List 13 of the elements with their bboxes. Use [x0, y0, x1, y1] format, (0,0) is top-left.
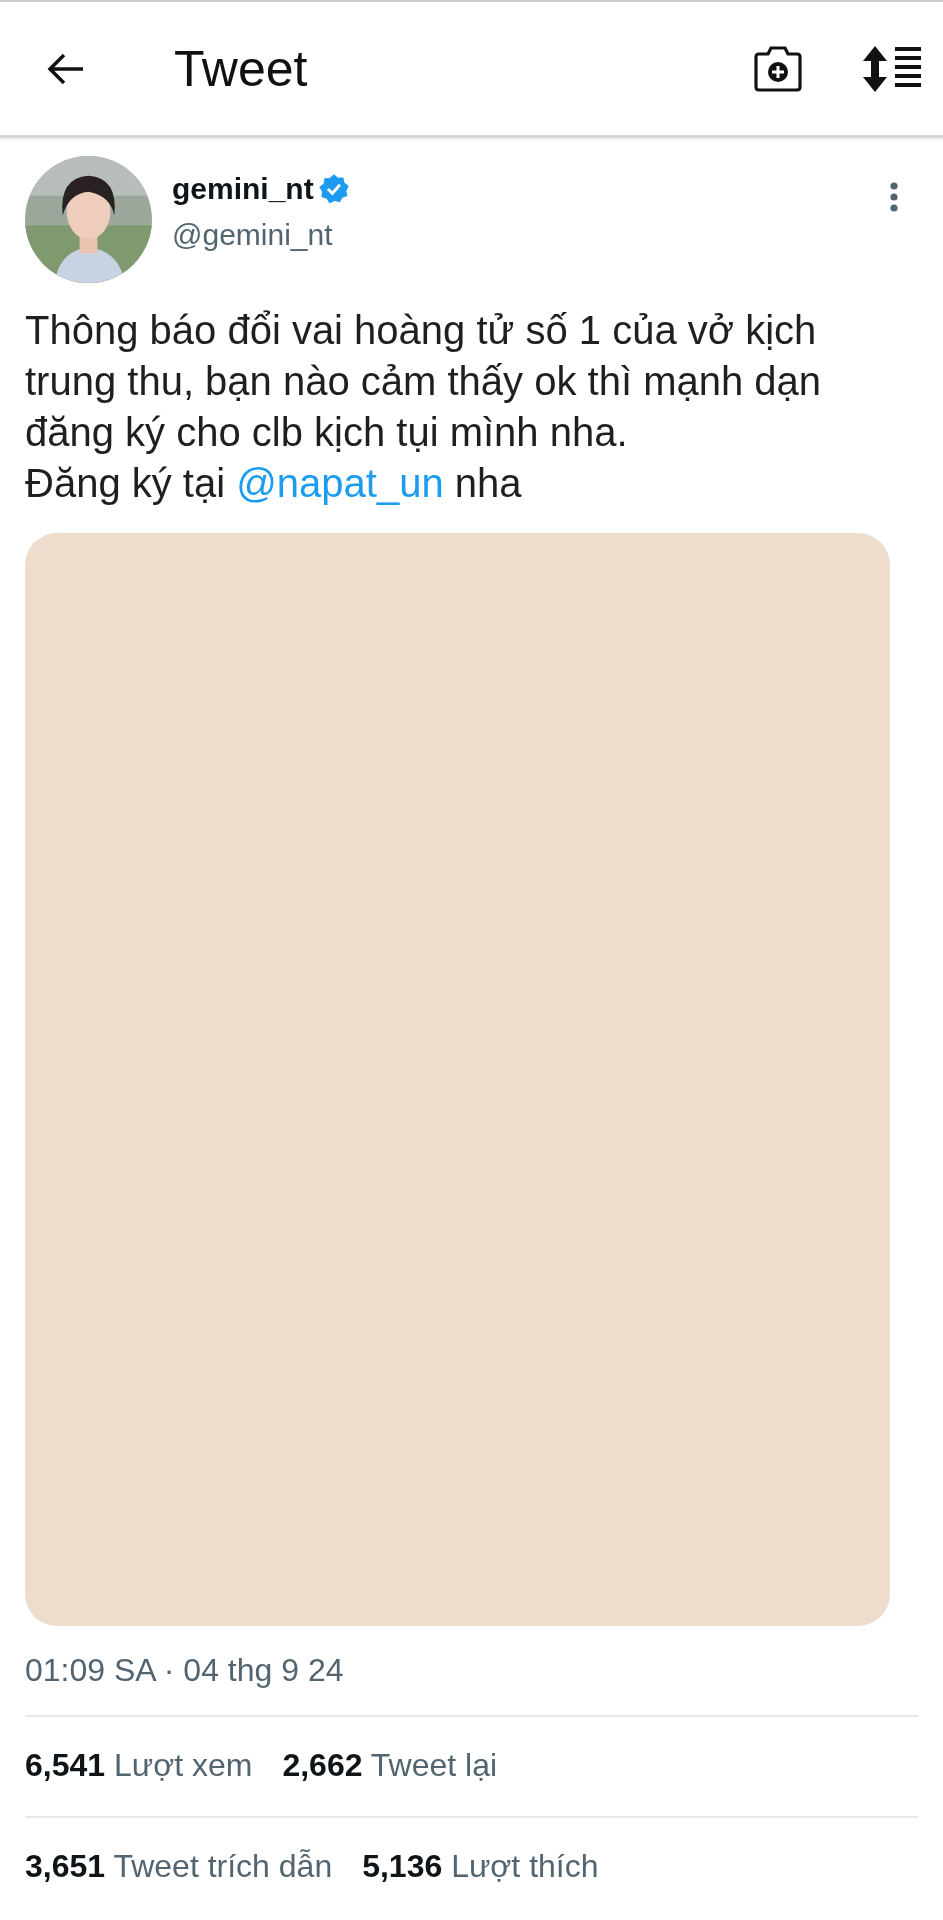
- stat-link[interactable]: 6,541 Lượt xem: [25, 1747, 253, 1784]
- stat-link[interactable]: 5,136 Lượt thích: [362, 1848, 599, 1885]
- page-title: Tweet: [174, 39, 308, 98]
- back-button[interactable]: [46, 51, 86, 86]
- author-name: gemini_nt: [172, 172, 314, 206]
- tweet-timestamp: 01:09 SA · 04 thg 9 24: [25, 1652, 345, 1689]
- more-options-icon[interactable]: [890, 182, 898, 212]
- stat-link[interactable]: 2,662 Tweet lại: [282, 1747, 498, 1784]
- tweet-text: Thông báo đổi vai hoàng tử số 1 của vở kịch trung thu, bạn nào cảm thấy ok thì mạnh dạn đăng ký cho clb kịch tụi mình nha. Đăng ký tại @napat_un nha: [25, 307, 823, 507]
- stat-link[interactable]: 3,651 Tweet trích dẫn: [25, 1848, 333, 1885]
- author-handle: @gemini_nt: [172, 218, 334, 252]
- camera-plus-icon[interactable]: [753, 44, 803, 93]
- sort-icon[interactable]: [861, 45, 923, 92]
